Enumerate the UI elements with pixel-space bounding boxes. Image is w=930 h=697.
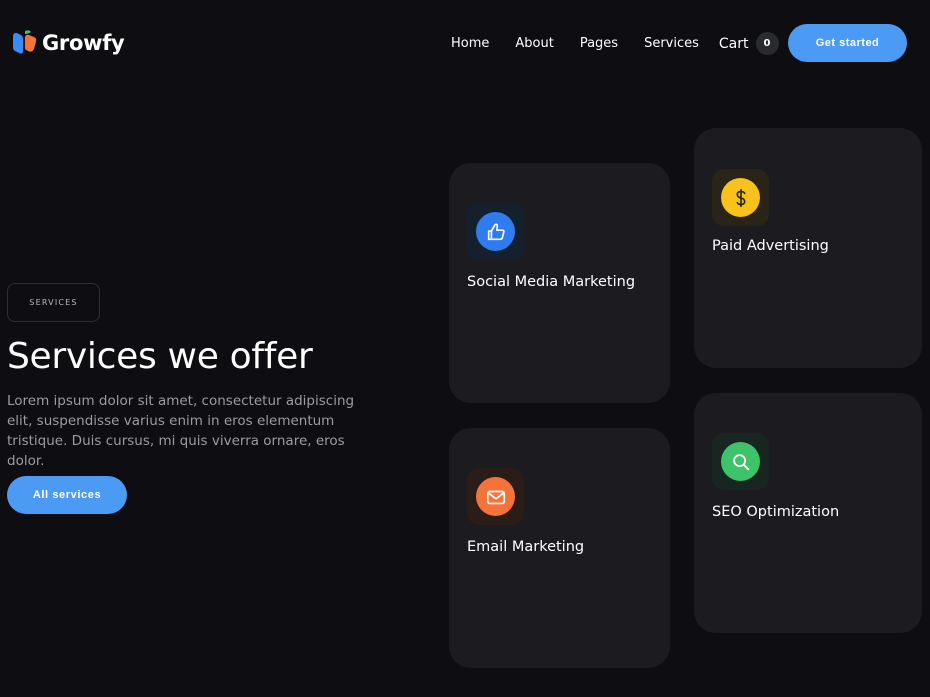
icon-box: [467, 468, 524, 525]
service-card-paid-advertising[interactable]: Paid Advertising: [694, 128, 922, 368]
section-tag: SERVICES: [7, 283, 100, 322]
mail-icon: [476, 477, 515, 516]
search-icon: [721, 442, 760, 481]
page-title: Services we offer: [7, 336, 313, 377]
all-services-button[interactable]: All services: [7, 476, 127, 514]
cart-button[interactable]: Cart 0: [719, 32, 779, 55]
nav-services[interactable]: Services: [644, 36, 699, 51]
service-card-social-media[interactable]: Social Media Marketing: [449, 163, 670, 403]
cart-count-badge: 0: [755, 32, 779, 55]
hero-description: Lorem ipsum dolor sit amet, consectetur …: [7, 393, 355, 469]
cart-label: Cart: [718, 35, 749, 52]
service-card-email-marketing[interactable]: Email Marketing: [449, 428, 670, 668]
icon-box: [712, 433, 769, 490]
service-title: Email Marketing: [467, 539, 585, 555]
logo-icon: [12, 29, 38, 57]
service-card-seo[interactable]: SEO Optimization: [694, 393, 922, 633]
brand-name: Growfy: [42, 31, 125, 55]
service-title: SEO Optimization: [712, 504, 840, 520]
icon-box: [467, 203, 524, 260]
brand-logo[interactable]: Growfy: [12, 29, 125, 57]
main-nav: Home About Pages Services Cart 0: [451, 32, 779, 55]
thumbs-up-icon: [476, 212, 515, 251]
nav-about[interactable]: About: [515, 36, 553, 51]
nav-pages[interactable]: Pages: [580, 36, 618, 51]
nav-home[interactable]: Home: [451, 36, 489, 51]
dollar-icon: [721, 178, 760, 217]
service-title: Social Media Marketing: [467, 274, 636, 290]
get-started-button[interactable]: Get started: [788, 24, 907, 62]
icon-box: [712, 169, 769, 226]
service-title: Paid Advertising: [712, 238, 829, 254]
